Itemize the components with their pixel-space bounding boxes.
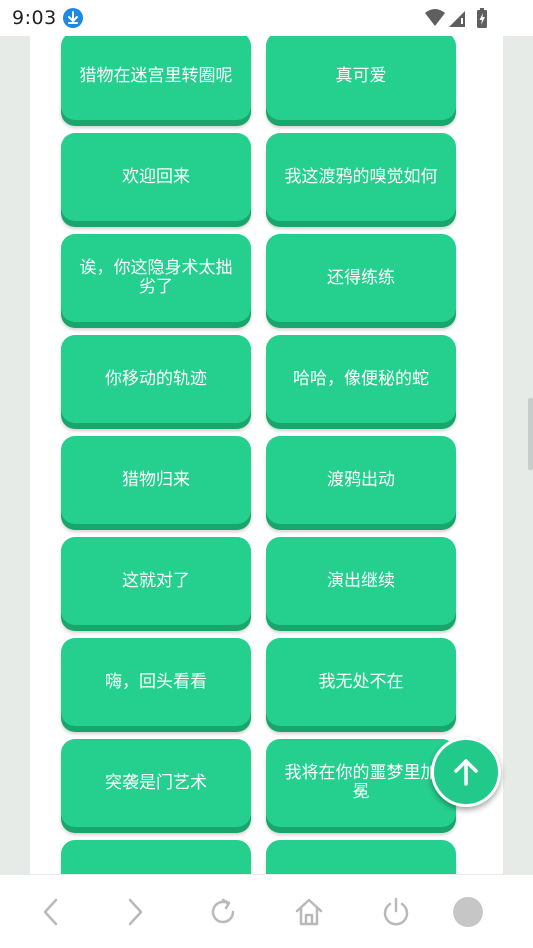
phrase-button[interactable]: 嗨，回头看看 [61, 638, 251, 726]
phrase-button[interactable]: 哈哈，像便秘的蛇 [266, 335, 456, 423]
status-time: 9:03 [12, 7, 57, 29]
phrase-button[interactable]: 欢迎回来 [61, 133, 251, 221]
phrase-button[interactable]: 这就对了 [61, 537, 251, 625]
phrase-button[interactable]: 真可爱 [266, 36, 456, 120]
forward-icon[interactable] [122, 895, 148, 933]
content-panel: 猎物在迷宫里转圈呢 真可爱 欢迎回来 我这渡鸦的嗅觉如何 诶，你这隐身术太拙劣了… [30, 36, 503, 874]
battery-icon [477, 8, 487, 28]
scrollbar-thumb[interactable] [528, 398, 533, 470]
download-icon [63, 8, 83, 28]
home-icon[interactable] [292, 895, 326, 933]
status-icons [423, 6, 493, 34]
phrase-button[interactable]: 你移动的轨迹 [61, 335, 251, 423]
phrase-button[interactable]: 渡鸦出动 [266, 436, 456, 524]
status-bar: 9:03 [0, 0, 533, 36]
scroll-to-top-button[interactable] [431, 737, 501, 807]
refresh-icon[interactable] [206, 895, 240, 933]
phrase-button[interactable]: 我无处不在 [266, 638, 456, 726]
phrase-button[interactable]: 猎物在迷宫里转圈呢 [61, 36, 251, 120]
arrow-up-icon [454, 759, 478, 786]
phrase-button[interactable]: 诶，你这隐身术太拙劣了 [61, 234, 251, 322]
phrase-button[interactable]: 还得练练 [266, 234, 456, 322]
phrase-button[interactable]: 猎物归来 [61, 436, 251, 524]
phrase-button[interactable]: 痛苦噩梦皇室配方欢 [266, 840, 456, 874]
power-icon[interactable] [379, 895, 413, 933]
menu-circle-icon[interactable] [451, 895, 485, 933]
wifi-icon [425, 9, 445, 26]
phrase-button[interactable]: 我这渡鸦的嗅觉如何 [266, 133, 456, 221]
phrase-button[interactable]: 突袭是门艺术 [61, 739, 251, 827]
signal-icon [449, 11, 465, 27]
phrase-button[interactable]: 欢迎来到我的噩梦里 [61, 840, 251, 874]
back-icon[interactable] [38, 895, 64, 933]
browser-nav-bar [0, 874, 533, 948]
phrase-button[interactable]: 我将在你的噩梦里加冕 [266, 739, 456, 827]
phrase-button[interactable]: 演出继续 [266, 537, 456, 625]
